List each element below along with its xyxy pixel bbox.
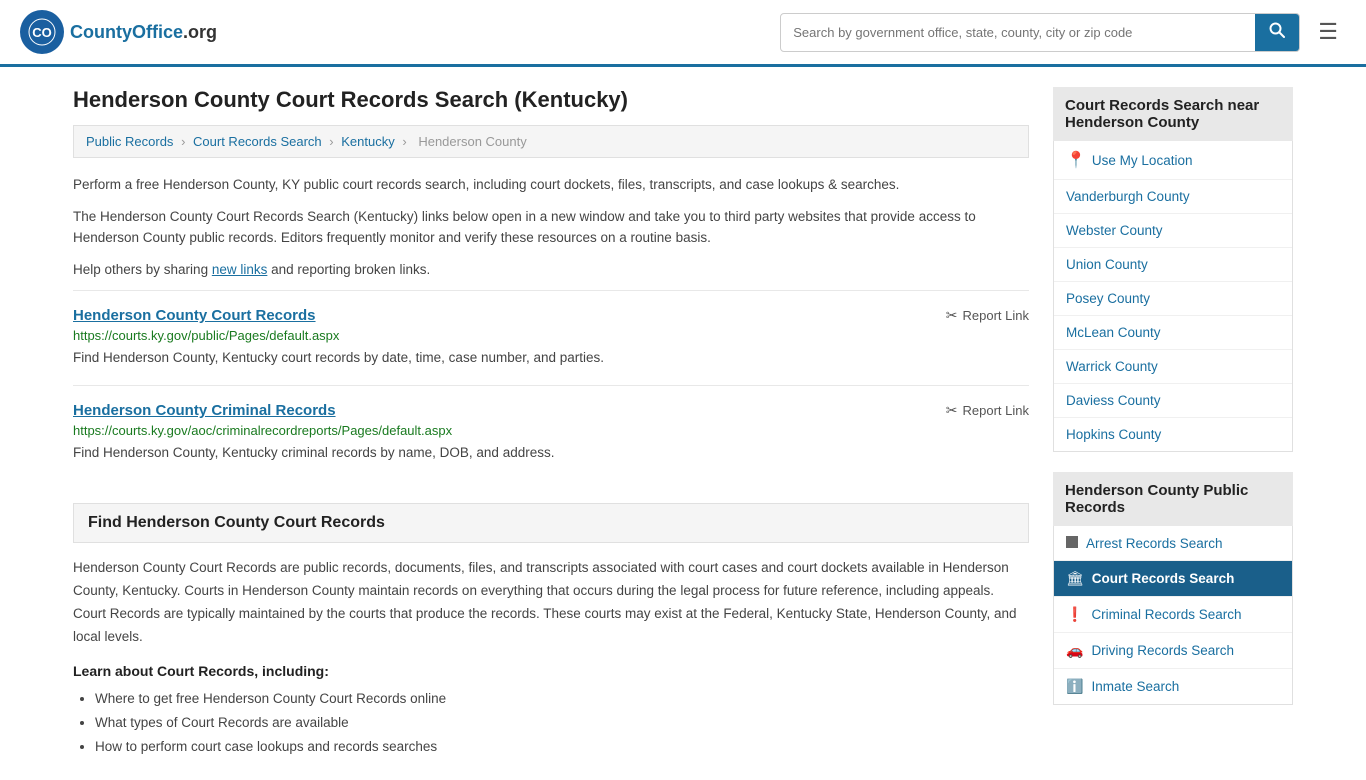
page-title: Henderson County Court Records Search (K… [73,87,1029,113]
nearby-list: 📍 Use My Location Vanderburgh County Web… [1053,141,1293,452]
learn-bullets: Where to get free Henderson County Court… [73,687,1029,760]
breadcrumb-link-kentucky[interactable]: Kentucky [341,134,394,149]
arrest-records-link[interactable]: Arrest Records Search [1086,536,1223,551]
driving-icon: 🚗 [1066,642,1083,659]
pub-record-arrest[interactable]: Arrest Records Search [1054,526,1292,561]
location-dot-icon: 📍 [1066,150,1086,170]
new-links-link[interactable]: new links [212,262,268,277]
public-records-list: Arrest Records Search 🏛 Court Records Se… [1053,526,1293,705]
driving-records-link[interactable]: Driving Records Search [1091,643,1234,658]
breadcrumb: Public Records › Court Records Search › … [73,125,1029,158]
logo-icon: CO [20,10,64,54]
pub-record-court[interactable]: 🏛 Court Records Search [1054,561,1292,597]
logo-text: CountyOffice.org [70,22,217,43]
search-button[interactable] [1255,14,1299,51]
menu-icon[interactable]: ☰ [1310,15,1346,49]
nearby-item-3[interactable]: Union County [1054,248,1292,282]
pub-record-criminal[interactable]: ❗ Criminal Records Search [1054,597,1292,633]
nearby-item-4[interactable]: Posey County [1054,282,1292,316]
public-records-title: Henderson County Public Records [1053,472,1293,526]
criminal-records-link[interactable]: Criminal Records Search [1091,607,1241,622]
description-3: Help others by sharing new links and rep… [73,259,1029,281]
record-item-1: Henderson County Court Records ✂ Report … [73,290,1029,384]
bullet-3: How to perform court case lookups and re… [95,735,1029,759]
report-icon-1: ✂ [946,307,958,324]
record-title-1[interactable]: Henderson County Court Records [73,307,316,324]
breadcrumb-current: Henderson County [418,134,526,149]
breadcrumb-link-court-records[interactable]: Court Records Search [193,134,322,149]
site-header: CO CountyOffice.org ☰ [0,0,1366,67]
criminal-icon: ❗ [1066,606,1083,623]
report-link-1[interactable]: ✂ Report Link [946,307,1029,324]
breadcrumb-link-public-records[interactable]: Public Records [86,134,173,149]
nearby-title: Court Records Search near Henderson Coun… [1053,87,1293,141]
logo-tld: .org [183,22,217,42]
court-records-link[interactable]: Court Records Search [1092,571,1235,586]
report-link-2[interactable]: ✂ Report Link [946,402,1029,419]
find-section-heading: Find Henderson County Court Records [73,503,1029,543]
inmate-search-link[interactable]: Inmate Search [1091,679,1179,694]
svg-text:CO: CO [32,25,52,40]
pub-record-inmate[interactable]: ℹ️ Inmate Search [1054,669,1292,704]
logo-area[interactable]: CO CountyOffice.org [20,10,217,54]
nearby-item-2[interactable]: Webster County [1054,214,1292,248]
header-right: ☰ [780,13,1346,52]
use-my-location-link[interactable]: Use My Location [1092,153,1193,168]
logo-name: CountyOffice [70,22,183,42]
search-input[interactable] [781,17,1255,48]
find-body-text: Henderson County Court Records are publi… [73,557,1029,649]
court-icon: 🏛 [1066,570,1084,587]
use-my-location[interactable]: 📍 Use My Location [1054,141,1292,180]
content-area: Henderson County Court Records Search (K… [73,87,1029,760]
description-2: The Henderson County Court Records Searc… [73,206,1029,249]
bullet-1: Where to get free Henderson County Court… [95,687,1029,711]
nearby-item-6[interactable]: Warrick County [1054,350,1292,384]
pub-record-driving[interactable]: 🚗 Driving Records Search [1054,633,1292,669]
bullet-2: What types of Court Records are availabl… [95,711,1029,735]
record-url-2[interactable]: https://courts.ky.gov/aoc/criminalrecord… [73,423,1029,438]
sidebar: Court Records Search near Henderson Coun… [1053,87,1293,760]
record-url-1[interactable]: https://courts.ky.gov/public/Pages/defau… [73,328,1029,343]
record-header-2: Henderson County Criminal Records ✂ Repo… [73,402,1029,419]
inmate-icon: ℹ️ [1066,678,1083,695]
description-1: Perform a free Henderson County, KY publ… [73,174,1029,196]
record-header-1: Henderson County Court Records ✂ Report … [73,307,1029,324]
learn-heading: Learn about Court Records, including: [73,663,1029,679]
record-title-2[interactable]: Henderson County Criminal Records [73,402,336,419]
nearby-box: Court Records Search near Henderson Coun… [1053,87,1293,452]
record-desc-2: Find Henderson County, Kentucky criminal… [73,443,1029,463]
report-icon-2: ✂ [946,402,958,419]
nearby-item-8[interactable]: Hopkins County [1054,418,1292,451]
record-item-2: Henderson County Criminal Records ✂ Repo… [73,385,1029,479]
main-container: Henderson County Court Records Search (K… [53,67,1313,780]
nearby-item-1[interactable]: Vanderburgh County [1054,180,1292,214]
nearby-item-5[interactable]: McLean County [1054,316,1292,350]
nearby-item-7[interactable]: Daviess County [1054,384,1292,418]
arrest-icon [1066,535,1078,551]
record-desc-1: Find Henderson County, Kentucky court re… [73,348,1029,368]
search-bar [780,13,1300,52]
public-records-box: Henderson County Public Records Arrest R… [1053,472,1293,705]
